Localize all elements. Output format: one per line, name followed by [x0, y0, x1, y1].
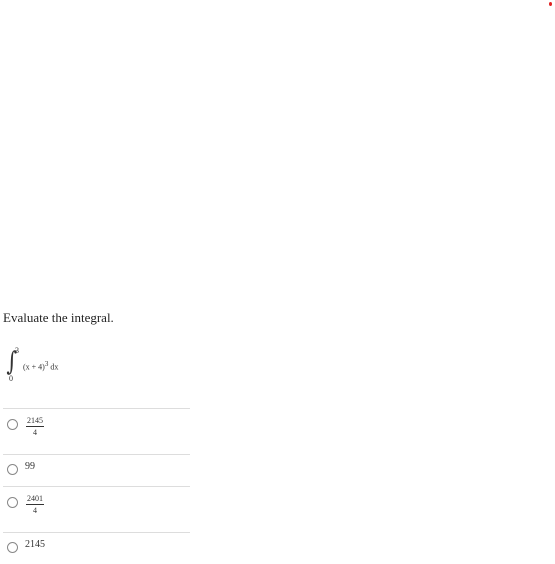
- numerator: 2145: [26, 416, 44, 427]
- answer-option[interactable]: 2145 4: [3, 408, 190, 454]
- answer-option[interactable]: 99: [3, 454, 190, 486]
- radio-button[interactable]: [7, 464, 18, 475]
- question-prompt: Evaluate the integral.: [3, 310, 114, 325]
- integrand-exponent: 3: [44, 360, 49, 368]
- option-value: 99: [25, 461, 35, 472]
- radio-button[interactable]: [7, 542, 18, 553]
- denominator: 4: [33, 428, 37, 437]
- radio-button[interactable]: [7, 497, 18, 508]
- fraction: 2145 4: [26, 416, 44, 438]
- answer-option[interactable]: 2145: [3, 532, 190, 564]
- answer-option[interactable]: 2401 4: [3, 486, 190, 532]
- numerator: 2401: [26, 494, 44, 505]
- status-indicator-dot: [549, 2, 552, 6]
- fraction: 2401 4: [26, 494, 44, 516]
- answer-options: 2145 4 99 2401 4 2145: [3, 408, 190, 564]
- differential: dx: [50, 362, 59, 372]
- integrand-base: (x + 4): [23, 362, 45, 372]
- option-value: 2145: [25, 539, 45, 550]
- integrand: (x + 4)3 dx: [23, 360, 58, 372]
- integral-expression: ∫ 3 0 (x + 4)3 dx: [5, 346, 125, 384]
- denominator: 4: [33, 506, 37, 515]
- radio-button[interactable]: [7, 419, 18, 430]
- lower-limit: 0: [9, 374, 13, 383]
- upper-limit: 3: [15, 346, 19, 355]
